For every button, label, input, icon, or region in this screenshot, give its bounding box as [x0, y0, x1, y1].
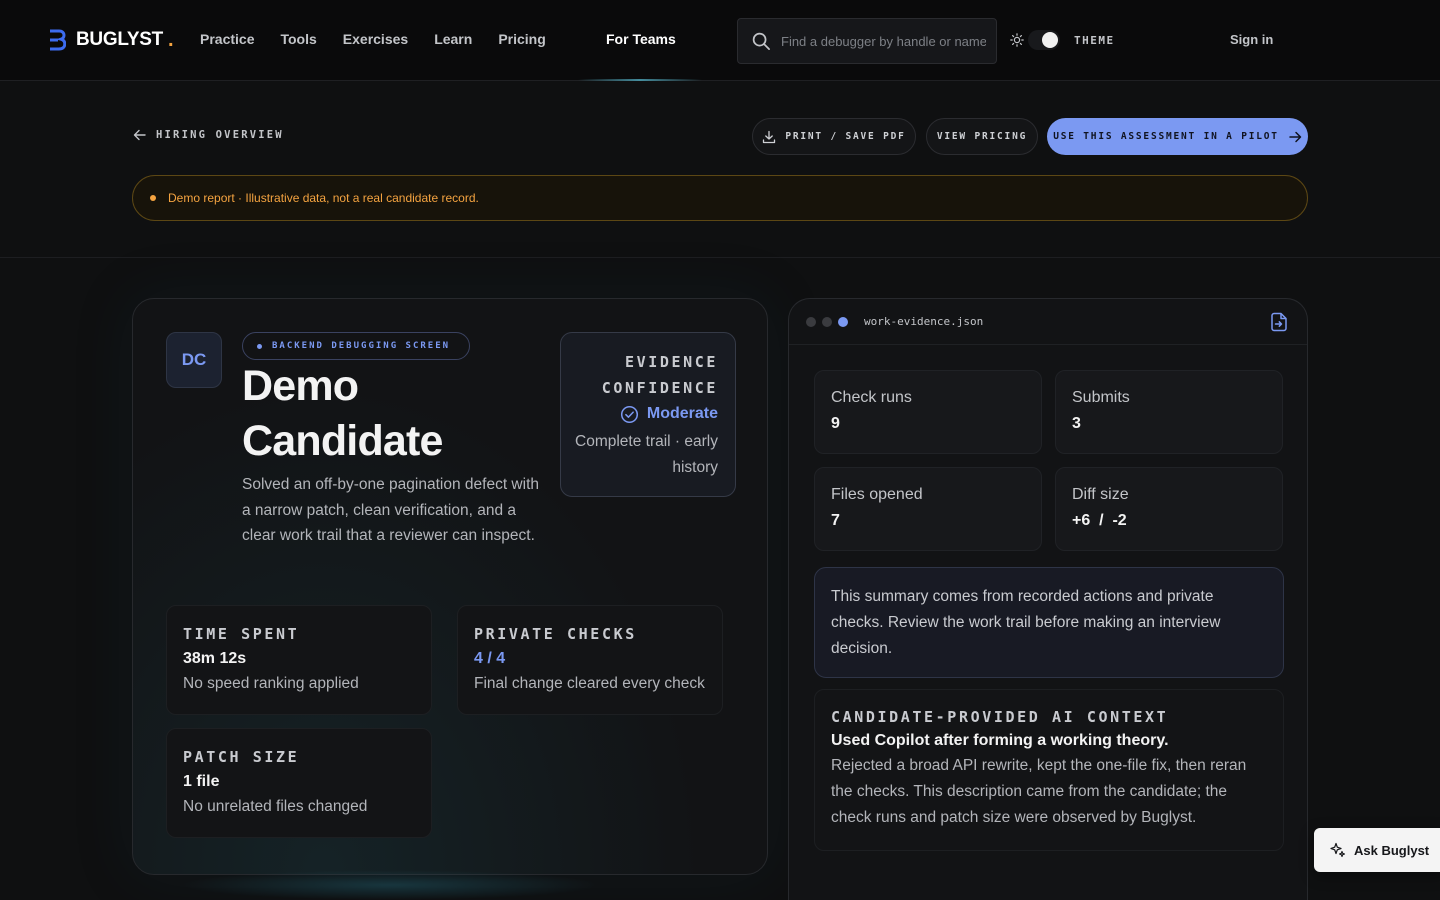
warning-dot [150, 195, 156, 201]
evidence-confidence-panel: EVIDENCE CONFIDENCE Moderate Complete tr… [560, 332, 736, 497]
buglyst-logo-icon [50, 29, 66, 51]
stat-value: 4 / 4 [474, 650, 506, 667]
print-save-pdf-label: PRINT / SAVE PDF [785, 131, 906, 142]
window-dot-3 [838, 316, 848, 327]
tag-dot [257, 343, 262, 349]
metric-label: Check runs [831, 389, 912, 406]
candidate-summary-card: DC BACKEND DEBUGGING SCREEN Demo Candida… [132, 298, 768, 875]
candidate-name: Demo Candidate [242, 362, 443, 465]
metric-value: 3 [1072, 415, 1081, 432]
theme-switcher[interactable]: THEME [1010, 30, 1115, 50]
metric-submits: Submits 3 [1055, 370, 1283, 454]
metric-value: +6 / -2 [1072, 512, 1127, 529]
brand-dot: . [167, 28, 174, 51]
evidence-file-name: work-evidence.json [864, 315, 984, 328]
stat-value: 1 file [183, 773, 220, 790]
stat-value: 38m 12s [183, 650, 247, 667]
demo-report-banner: Demo report · Illustrative data, not a r… [132, 175, 1308, 221]
ai-context-box: CANDIDATE-PROVIDED AI CONTEXT Used Copil… [814, 689, 1284, 851]
confidence-label: EVIDENCE CONFIDENCE [601, 353, 718, 397]
arrow-right-icon [1289, 131, 1302, 142]
ai-context-text: Rejected a broad API rewrite, kept the o… [831, 757, 1247, 826]
metric-diff-size: Diff size +6 / -2 [1055, 467, 1283, 551]
stat-label: TIME SPENT [183, 625, 300, 643]
nav-link-tools[interactable]: Tools [280, 31, 316, 47]
metric-files-opened: Files opened 7 [814, 467, 1042, 551]
brand-name: BUGLYST [76, 29, 163, 50]
stat-private-checks: PRIVATE CHECKS 4 / 4 Final change cleare… [457, 605, 723, 715]
section-divider [0, 257, 1440, 258]
metric-label: Submits [1072, 389, 1130, 406]
stat-label: PATCH SIZE [183, 748, 300, 766]
stat-patch-size: PATCH SIZE 1 file No unrelated files cha… [166, 728, 432, 838]
decorative-glow [180, 870, 600, 900]
candidate-description: Solved an off-by-one pagination defect w… [242, 476, 539, 544]
ask-buglyst-label: Ask Buglyst [1354, 842, 1430, 858]
sun-icon [1010, 33, 1024, 47]
stat-note: No speed ranking applied [183, 675, 359, 692]
download-icon [763, 130, 776, 143]
tag-label: BACKEND DEBUGGING SCREEN [272, 341, 451, 351]
confidence-note: Complete trail · early history [575, 433, 718, 476]
ask-buglyst-button[interactable]: Ask Buglyst [1314, 828, 1440, 872]
work-evidence-panel: work-evidence.json Check runs 9 Submits … [788, 298, 1308, 900]
search-icon [752, 32, 770, 50]
evidence-panel-header: work-evidence.json [789, 299, 1307, 345]
back-label: HIRING OVERVIEW [156, 129, 284, 141]
theme-label: THEME [1074, 33, 1115, 47]
nav-link-learn[interactable]: Learn [434, 31, 472, 47]
use-assessment-pilot-label: USE THIS ASSESSMENT IN A PILOT [1053, 131, 1279, 142]
banner-text: Demo report · Illustrative data, not a r… [168, 191, 479, 205]
toggle-knob [1042, 32, 1058, 48]
metric-value: 9 [831, 415, 840, 432]
stat-note: Final change cleared every check [474, 675, 705, 692]
brand-logo[interactable]: BUGLYST . [48, 28, 174, 52]
confidence-value: Moderate [646, 405, 718, 422]
nav-link-practice[interactable]: Practice [200, 31, 254, 47]
stat-note: No unrelated files changed [183, 798, 368, 815]
metric-label: Files opened [831, 486, 923, 503]
nav-link-pricing[interactable]: Pricing [498, 31, 545, 47]
assessment-tag: BACKEND DEBUGGING SCREEN [242, 332, 470, 360]
view-pricing-button[interactable]: VIEW PRICING [926, 118, 1038, 155]
nav-link-for-teams[interactable]: For Teams [606, 31, 676, 47]
metric-check-runs: Check runs 9 [814, 370, 1042, 454]
nav-link-exercises[interactable]: Exercises [343, 31, 408, 47]
check-circle-icon [620, 405, 638, 423]
back-to-hiring-overview[interactable]: HIRING OVERVIEW [133, 129, 284, 141]
sparkle-icon [1330, 842, 1346, 858]
use-assessment-pilot-button[interactable]: USE THIS ASSESSMENT IN A PILOT [1047, 118, 1308, 155]
stat-label: PRIVATE CHECKS [474, 625, 637, 643]
evidence-summary-note: This summary comes from recorded actions… [814, 567, 1284, 678]
sign-in-link[interactable]: Sign in [1230, 32, 1273, 47]
metric-value: 7 [831, 512, 840, 529]
theme-toggle[interactable] [1028, 30, 1060, 50]
avatar: DC [166, 332, 222, 388]
primary-nav: Practice Tools Exercises Learn Pricing [200, 31, 572, 47]
ai-context-label: CANDIDATE-PROVIDED AI CONTEXT [831, 708, 1169, 726]
search-box[interactable] [737, 18, 997, 64]
metric-label: Diff size [1072, 486, 1129, 503]
search-input[interactable] [781, 33, 986, 49]
ai-context-title: Used Copilot after forming a working the… [831, 732, 1169, 749]
active-nav-indicator [578, 79, 702, 81]
file-export-icon[interactable] [1270, 312, 1289, 332]
confidence-value-row: Moderate [561, 401, 718, 427]
arrow-left-icon [133, 129, 146, 141]
window-dot-2 [822, 316, 832, 327]
top-nav: BUGLYST . Practice Tools Exercises Learn… [0, 0, 1440, 81]
window-dot-1 [806, 316, 816, 327]
stat-time-spent: TIME SPENT 38m 12s No speed ranking appl… [166, 605, 432, 715]
view-pricing-label: VIEW PRICING [936, 131, 1028, 142]
print-save-pdf-button[interactable]: PRINT / SAVE PDF [752, 118, 916, 155]
